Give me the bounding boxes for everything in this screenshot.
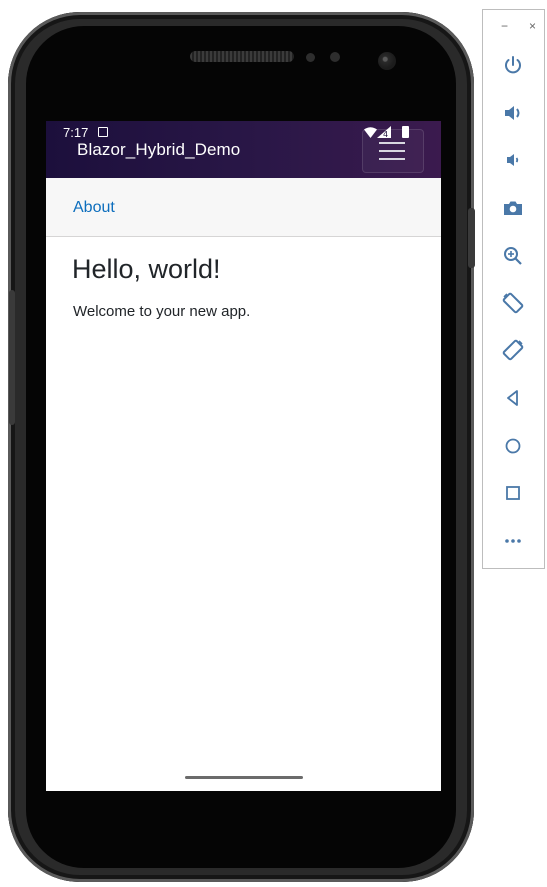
screenshot-status-icon: [98, 127, 108, 137]
rotate-left-icon[interactable]: [500, 290, 526, 316]
sensor-dot: [306, 53, 315, 62]
app-title: Blazor_Hybrid_Demo: [77, 140, 241, 159]
zoom-icon[interactable]: [500, 243, 526, 269]
more-icon[interactable]: [500, 528, 526, 554]
welcome-text: Welcome to your new app.: [73, 303, 251, 320]
gesture-nav-bar[interactable]: [185, 776, 303, 779]
top-row-nav: About: [46, 178, 441, 237]
minimize-button[interactable]: −: [501, 19, 508, 33]
page-heading: Hello, world!: [72, 254, 221, 284]
volume-up-icon[interactable]: [500, 100, 526, 126]
status-time: 7:17: [63, 125, 89, 140]
sensor-dot: [330, 52, 340, 62]
navbar-toggler-button[interactable]: [362, 129, 424, 173]
close-button[interactable]: ×: [529, 19, 536, 33]
overview-icon[interactable]: [500, 480, 526, 506]
power-side-button: [468, 208, 475, 268]
emulator-toolbar: − ×: [482, 9, 545, 569]
power-icon[interactable]: [500, 52, 526, 78]
phone-speaker: [190, 51, 294, 62]
menu-line: [379, 142, 405, 144]
back-icon[interactable]: [500, 385, 526, 411]
rotate-right-icon[interactable]: [500, 337, 526, 363]
front-camera: [378, 52, 396, 70]
home-icon[interactable]: [500, 433, 526, 459]
device-screen: 7:17 4 Blazor_Hybrid_Demo About Hello, w…: [46, 121, 441, 791]
menu-line: [379, 150, 405, 152]
camera-icon[interactable]: [500, 195, 526, 221]
menu-line: [379, 158, 405, 160]
app-bar: 7:17 4 Blazor_Hybrid_Demo: [46, 121, 441, 178]
about-link[interactable]: About: [73, 199, 115, 217]
volume-side-button: [9, 290, 15, 425]
volume-down-icon[interactable]: [500, 147, 526, 173]
